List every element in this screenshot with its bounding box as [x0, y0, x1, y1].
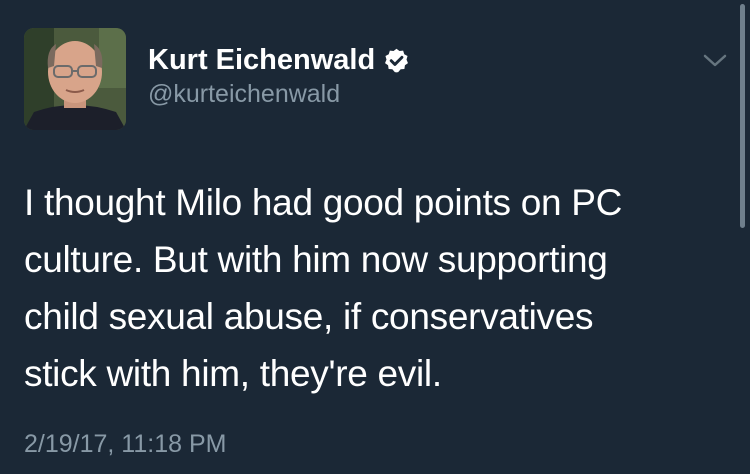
- tweet-text-line: child sexual abuse, if conservatives: [24, 296, 594, 337]
- tweet-timestamp[interactable]: 2/19/17, 11:18 PM: [24, 430, 226, 459]
- chevron-down-icon[interactable]: [700, 48, 730, 72]
- tweet-text-line: stick with him, they're evil.: [24, 353, 442, 394]
- author-handle[interactable]: @kurteichenwald: [148, 80, 340, 109]
- avatar[interactable]: [24, 28, 126, 130]
- scrollbar[interactable]: [740, 4, 745, 228]
- author-display-name[interactable]: Kurt Eichenwald: [148, 44, 375, 77]
- tweet-text-line: culture. But with him now supporting: [24, 239, 608, 280]
- author-name-row[interactable]: Kurt Eichenwald: [148, 40, 410, 80]
- tweet-card: Kurt Eichenwald @kurteichenwald I though…: [0, 0, 750, 474]
- avatar-photo: [24, 28, 126, 130]
- verified-badge-icon: [383, 47, 410, 74]
- tweet-text-line: I thought Milo had good points on PC: [24, 182, 623, 223]
- tweet-text: I thought Milo had good points on PC cul…: [24, 174, 724, 402]
